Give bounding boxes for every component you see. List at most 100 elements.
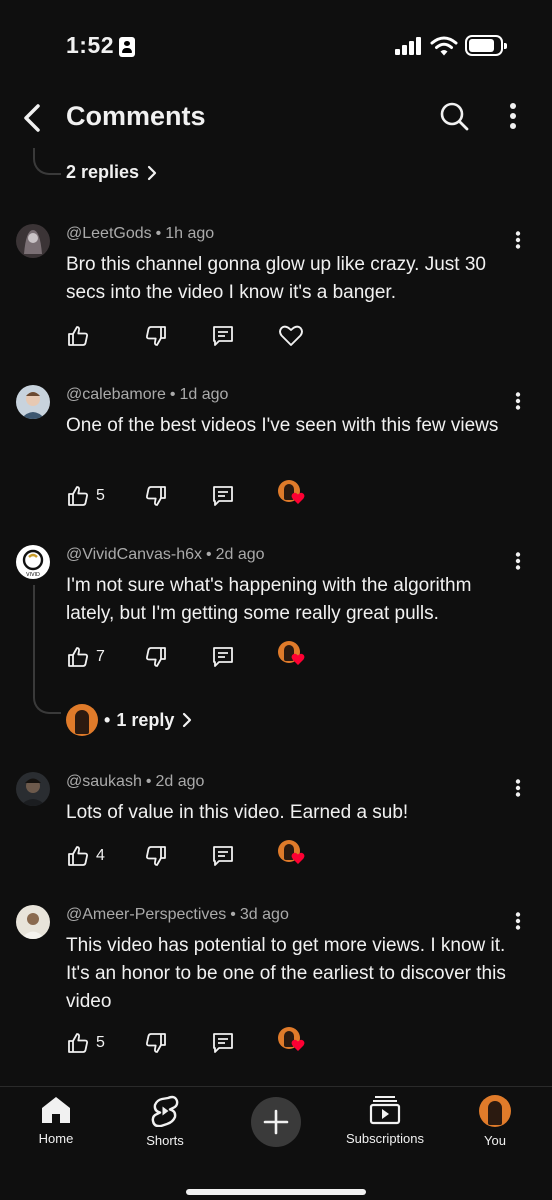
comment-item: @LeetGods • 1h ago Bro this channel gonna … [0, 224, 552, 354]
comment-author[interactable]: @VividCanvas-h6x [66, 546, 202, 563]
status-bar: 1:52 [0, 0, 552, 88]
comment-icon [213, 1033, 233, 1053]
like-button[interactable]: 5 [66, 482, 105, 510]
comment-icon [213, 647, 233, 667]
more-vertical-icon [510, 103, 516, 129]
comment-text: This video has potential to get more vie… [66, 935, 506, 1012]
chevron-right-icon [183, 712, 192, 728]
more-vertical-icon [515, 392, 521, 410]
dislike-button[interactable] [144, 643, 168, 671]
dislike-button[interactable] [144, 322, 168, 350]
nav-shorts[interactable]: Shorts [110, 1095, 220, 1148]
thumbs-up-icon [68, 1033, 88, 1053]
more-vertical-icon [515, 912, 521, 930]
create-circle [251, 1097, 301, 1147]
comment-menu-button[interactable] [508, 549, 528, 573]
view-replies-button[interactable]: • 1 reply [66, 704, 192, 736]
comment-menu-button[interactable] [508, 228, 528, 252]
like-button[interactable]: 7 [66, 643, 105, 671]
red-heart-icon [291, 492, 305, 504]
avatar[interactable] [16, 772, 50, 806]
dislike-button[interactable] [144, 1029, 168, 1057]
page-title: Comments [66, 101, 206, 131]
like-button[interactable]: 4 [66, 842, 105, 870]
avatar[interactable]: VIVID [16, 545, 50, 579]
search-icon [440, 102, 469, 131]
replies-label: 2 replies [66, 162, 140, 182]
nav-label: You [484, 1133, 506, 1148]
comment-age: 2d ago [155, 773, 205, 790]
comment-item: @Ameer-Perspectives • 3d ago This video ha… [0, 905, 552, 1065]
reply-dot: • [104, 709, 111, 730]
comment-meta: @calebamore • 1d ago [66, 386, 229, 403]
search-button[interactable] [434, 96, 474, 136]
reply-button[interactable] [211, 1029, 235, 1057]
nav-you[interactable]: You [440, 1095, 550, 1148]
svg-text:VIVID: VIVID [26, 572, 40, 578]
comment-menu-button[interactable] [508, 909, 528, 933]
comment-actions [66, 322, 506, 350]
comment-actions: 4 [66, 840, 506, 870]
comment-author[interactable]: @saukash [66, 773, 142, 790]
comment-age: 1d ago [179, 386, 229, 403]
battery-icon [465, 35, 507, 56]
avatar [479, 1095, 511, 1127]
thumbs-down-icon [146, 326, 166, 346]
subscriptions-icon [369, 1096, 401, 1125]
red-heart-icon [291, 852, 305, 864]
avatar[interactable] [16, 385, 50, 419]
reply-button[interactable] [211, 643, 235, 671]
comment-meta: @saukash • 2d ago [66, 773, 205, 790]
comment-icon [213, 846, 233, 866]
like-count: 5 [96, 1034, 105, 1051]
nav-home[interactable]: Home [1, 1095, 111, 1146]
creator-heart-badge [278, 1027, 306, 1057]
comment-actions: 5 [66, 1027, 506, 1057]
view-replies-button[interactable]: 2 replies [66, 162, 157, 183]
status-time: 1:52 [66, 32, 115, 58]
create-button[interactable] [221, 1097, 331, 1147]
dislike-button[interactable] [144, 842, 168, 870]
more-vertical-icon [515, 779, 521, 797]
comment-author[interactable]: @Ameer-Perspectives [66, 906, 226, 923]
like-button[interactable]: 5 [66, 1029, 105, 1057]
comment-actions: 5 [66, 480, 506, 510]
comment-menu-button[interactable] [508, 776, 528, 800]
heart-button[interactable] [278, 322, 304, 350]
more-options-button[interactable] [498, 96, 528, 136]
back-button[interactable] [14, 98, 50, 138]
comment-author[interactable]: @calebamore [66, 386, 166, 403]
comment-meta: @LeetGods • 1h ago [66, 225, 215, 242]
reply-button[interactable] [211, 322, 235, 350]
comment-menu-button[interactable] [508, 389, 528, 413]
thumbs-down-icon [146, 647, 166, 667]
back-arrow-icon [24, 104, 40, 132]
dislike-button[interactable] [144, 482, 168, 510]
like-button[interactable] [66, 322, 96, 350]
comment-text: Lots of value in this video. Earned a su… [66, 802, 409, 823]
home-indicator[interactable] [186, 1189, 366, 1195]
more-vertical-icon [515, 552, 521, 570]
reply-button[interactable] [211, 842, 235, 870]
comment-meta: @VividCanvas-h6x • 2d ago [66, 546, 265, 563]
thumbs-up-icon [68, 486, 88, 506]
avatar[interactable] [16, 905, 50, 939]
wifi-icon [430, 36, 458, 56]
red-heart-icon [291, 653, 305, 665]
thumbs-down-icon [146, 1033, 166, 1053]
comment-author[interactable]: @LeetGods [66, 225, 152, 242]
comment-text: I'm not sure what's happening with the a… [66, 575, 472, 624]
reply-button[interactable] [211, 482, 235, 510]
creator-avatar [66, 704, 98, 736]
nav-subscriptions[interactable]: Subscriptions [330, 1095, 440, 1146]
avatar[interactable] [16, 224, 50, 258]
comment-age: 1h ago [165, 225, 215, 242]
thumbs-up-icon [68, 326, 88, 346]
bottom-navigation: Home Shorts Subscriptions You [0, 1086, 552, 1200]
thumbs-up-icon [68, 846, 88, 866]
more-vertical-icon [515, 231, 521, 249]
comment-text: Bro this channel gonna glow up like craz… [66, 254, 486, 303]
comment-age: 3d ago [239, 906, 289, 923]
nav-label: Home [38, 1131, 74, 1146]
comment-item: @saukash • 2d ago Lots of value in this vi… [0, 772, 552, 882]
